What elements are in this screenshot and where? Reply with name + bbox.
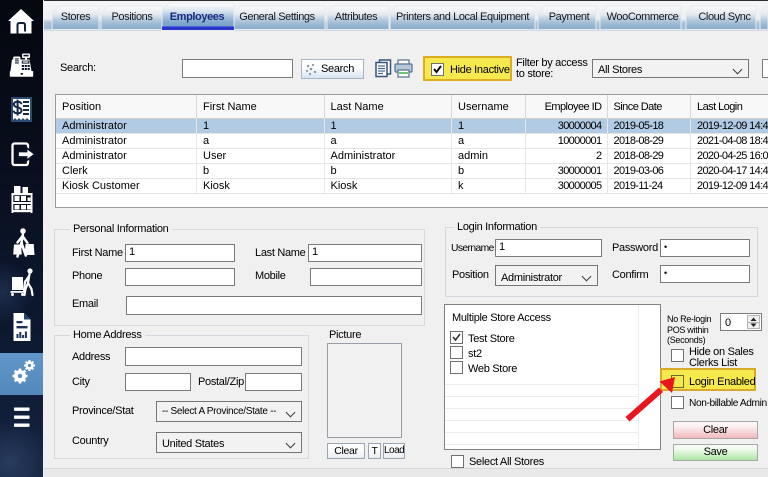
svg-text:Payment: Payment <box>549 11 590 23</box>
svg-text:General Settings: General Settings <box>239 11 315 23</box>
svg-text:WooCommerce: WooCommerce <box>607 11 679 23</box>
svg-text:Printers and Local Equipment: Printers and Local Equipment <box>396 11 529 23</box>
svg-text:Employees: Employees <box>170 11 225 23</box>
svg-text:Positions: Positions <box>111 11 153 23</box>
svg-text:Stores: Stores <box>61 11 91 23</box>
svg-text:Attributes: Attributes <box>335 11 378 23</box>
svg-text:Cloud Sync: Cloud Sync <box>698 11 751 23</box>
